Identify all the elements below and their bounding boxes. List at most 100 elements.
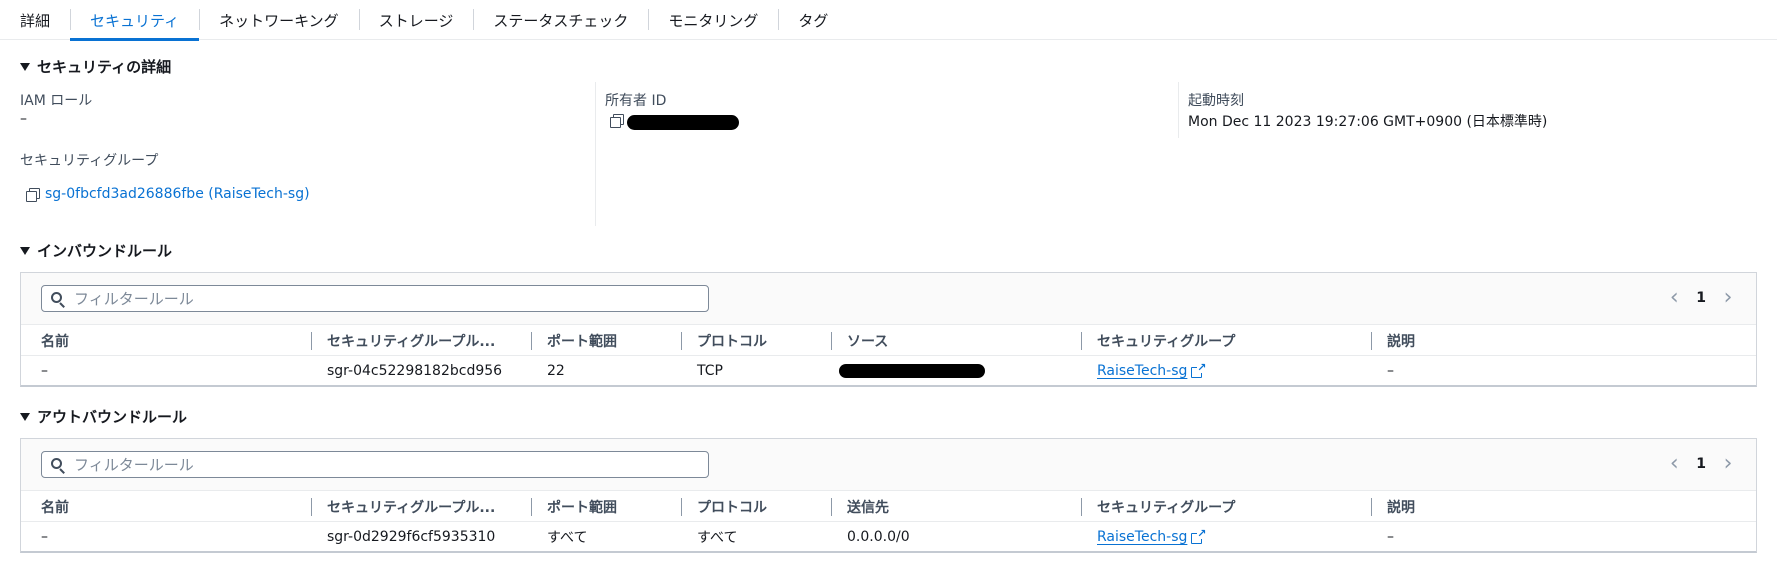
owner-id-redacted [627,115,739,130]
outbound-rules-header[interactable]: アウトバウンドルール [20,406,187,427]
outbound-filter [41,451,709,478]
security-group-label: セキュリティグループ [20,153,159,169]
tab-tags[interactable]: タグ [778,0,848,40]
inbound-rules-table: ‹ 1 › 名前 セキュリティグループル... ポート範囲 プロトコル ソース … [20,272,1757,387]
column-header-rule-id[interactable]: セキュリティグループル... [327,325,495,356]
inbound-filter [41,285,709,312]
search-icon [51,291,65,308]
column-header-rule-id[interactable]: セキュリティグループル... [327,491,495,522]
owner-id-label: 所有者 ID [605,93,667,109]
security-group-link[interactable]: sg-0fbcfd3ad26886fbe (RaiseTech-sg) [45,186,310,202]
security-details-title: セキュリティの詳細 [37,58,172,76]
cell-protocol: すべて [697,530,738,546]
tab-monitoring-label: モニタリング [668,11,759,30]
cell-description: – [1387,363,1394,379]
cell-destination: 0.0.0.0/0 [847,529,910,545]
column-resizer[interactable] [531,332,532,350]
cell-port: すべて [547,530,588,546]
search-icon [51,457,65,474]
copy-icon[interactable] [610,114,624,128]
tab-status-checks-label: ステータスチェック [493,11,629,30]
cell-security-group: RaiseTech-sg ↗ [1097,356,1207,386]
cell-protocol: TCP [697,363,723,379]
outbound-pagination: ‹ 1 › [1666,453,1736,475]
column-header-port[interactable]: ポート範囲 [547,491,617,522]
chevron-left-icon[interactable]: ‹ [1666,453,1682,475]
tab-bar: 詳細 セキュリティ ネットワーキング ストレージ ステータスチェック モニタリン… [0,0,1777,41]
security-details-header[interactable]: セキュリティの詳細 [20,56,171,77]
tab-details[interactable]: 詳細 [0,0,70,40]
inbound-pagination: ‹ 1 › [1666,287,1736,309]
table-toolbar: ‹ 1 › [21,273,1756,325]
column-header-source[interactable]: ソース [847,325,888,356]
iam-role-value: – [20,111,27,127]
column-resizer[interactable] [681,332,682,350]
tab-security-label: セキュリティ [90,11,180,30]
security-group-link[interactable]: RaiseTech-sg [1097,363,1187,379]
cell-name: – [41,363,48,379]
cell-port: 22 [547,363,565,379]
outbound-rules-title: アウトバウンドルール [37,408,188,426]
column-resizer[interactable] [681,498,682,516]
copy-icon[interactable] [26,188,40,202]
inbound-rules-title: インバウンドルール [37,242,173,260]
tab-details-label: 詳細 [20,11,51,30]
chevron-right-icon[interactable]: › [1720,453,1736,475]
column-resizer[interactable] [531,498,532,516]
inbound-rules-header[interactable]: インバウンドルール [20,240,172,261]
iam-role-label: IAM ロール [20,93,93,109]
column-resizer[interactable] [1081,498,1082,516]
column-resizer[interactable] [1371,332,1372,350]
table-header: 名前 セキュリティグループル... ポート範囲 プロトコル 送信先 セキュリティ… [21,491,1756,522]
external-link-icon[interactable]: ↗ [1191,527,1207,544]
launch-time-label: 起動時刻 [1188,93,1244,109]
tab-status-checks[interactable]: ステータスチェック [473,0,648,40]
tab-networking[interactable]: ネットワーキング [199,0,359,40]
column-header-name[interactable]: 名前 [41,491,69,522]
inbound-page-number[interactable]: 1 [1696,290,1706,306]
tab-networking-label: ネットワーキング [219,11,339,30]
column-resizer[interactable] [831,498,832,516]
column-header-protocol[interactable]: プロトコル [697,325,767,356]
tab-security[interactable]: セキュリティ [70,0,200,41]
cell-rule-id: sgr-0d2929f6cf5935310 [327,529,496,545]
column-header-description[interactable]: 説明 [1387,325,1415,356]
table-toolbar: ‹ 1 › [21,439,1756,491]
cell-security-group: RaiseTech-sg ↗ [1097,522,1207,552]
column-divider [1178,82,1179,138]
caret-down-icon [20,62,30,71]
tab-monitoring[interactable]: モニタリング [648,0,778,40]
column-resizer[interactable] [1081,332,1082,350]
source-redacted [839,364,985,378]
caret-down-icon [20,246,30,255]
outbound-filter-input[interactable] [74,455,674,474]
column-header-protocol[interactable]: プロトコル [697,491,767,522]
column-header-security-group[interactable]: セキュリティグループ [1097,491,1235,522]
cell-description: – [1387,529,1394,545]
column-header-destination[interactable]: 送信先 [847,491,889,522]
column-header-name[interactable]: 名前 [41,325,69,356]
column-resizer[interactable] [311,332,312,350]
chevron-right-icon[interactable]: › [1720,287,1736,309]
column-divider [595,82,596,226]
outbound-page-number[interactable]: 1 [1696,456,1706,472]
inbound-filter-input[interactable] [74,289,674,308]
column-resizer[interactable] [311,498,312,516]
column-header-description[interactable]: 説明 [1387,491,1415,522]
cell-name: – [41,529,48,545]
table-header: 名前 セキュリティグループル... ポート範囲 プロトコル ソース セキュリティ… [21,325,1756,356]
tab-tags-label: タグ [798,11,829,30]
chevron-left-icon[interactable]: ‹ [1666,287,1682,309]
tab-storage-label: ストレージ [378,11,454,30]
column-header-port[interactable]: ポート範囲 [547,325,617,356]
column-resizer[interactable] [831,332,832,350]
column-header-security-group[interactable]: セキュリティグループ [1097,325,1235,356]
external-link-icon[interactable]: ↗ [1191,361,1207,378]
security-group-link[interactable]: RaiseTech-sg [1097,529,1187,545]
table-row[interactable]: – sgr-04c52298182bcd956 22 TCP RaiseTech… [21,356,1756,386]
outbound-rules-table: ‹ 1 › 名前 セキュリティグループル... ポート範囲 プロトコル 送信先 … [20,438,1757,553]
table-row[interactable]: – sgr-0d2929f6cf5935310 すべて すべて 0.0.0.0/… [21,522,1756,552]
tab-storage[interactable]: ストレージ [358,0,474,40]
column-resizer[interactable] [1371,498,1372,516]
launch-time-value: Mon Dec 11 2023 19:27:06 GMT+0900 (日本標準時… [1188,114,1548,130]
